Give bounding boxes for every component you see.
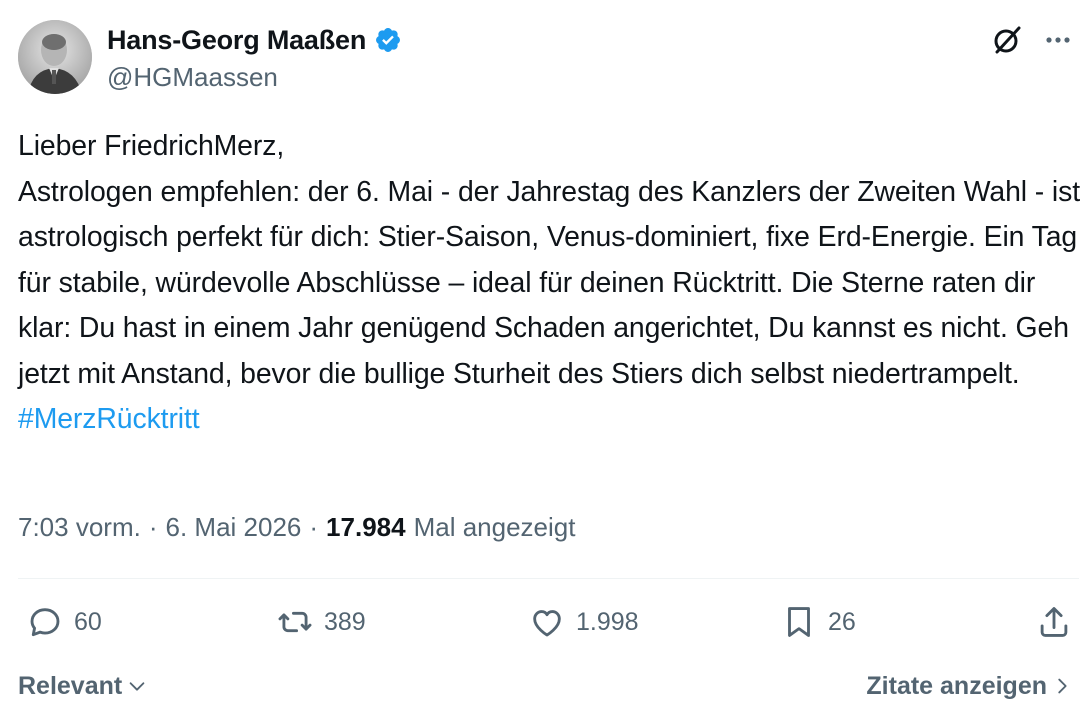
tweet-date[interactable]: 6. Mai 2026 <box>166 512 302 543</box>
chevron-right-icon <box>1058 678 1067 694</box>
like-count: 1.998 <box>576 607 639 636</box>
tweet-detail: Hans-Georg Maaßen @HGMaassen Lieber Frie… <box>0 0 1087 720</box>
repost-icon <box>278 611 312 633</box>
repost-button[interactable]: 389 <box>276 603 366 641</box>
replies-footer: Relevant Zitate anzeigen <box>18 668 1073 704</box>
reply-icon <box>30 608 60 637</box>
quotes-label: Zitate anzeigen <box>866 671 1047 700</box>
share-icon <box>1040 607 1068 637</box>
hashtag-link[interactable]: #MerzRücktritt <box>18 403 200 435</box>
divider <box>18 578 1079 579</box>
verified-badge-icon[interactable] <box>374 26 402 54</box>
more-icon[interactable] <box>1043 25 1073 55</box>
author-name-row: Hans-Georg Maaßen <box>107 22 402 58</box>
views-count[interactable]: 17.984 <box>326 512 406 543</box>
chevron-down-icon <box>129 682 145 691</box>
avatar-portrait-image <box>18 20 92 94</box>
avatar[interactable] <box>18 20 92 94</box>
author-display-name[interactable]: Hans-Georg Maaßen <box>107 25 366 56</box>
bookmark-count: 26 <box>828 607 856 636</box>
bookmark-icon <box>788 607 810 637</box>
tweet-text: Lieber FriedrichMerz, Astrologen empfehl… <box>18 130 1081 390</box>
meta-separator: · <box>148 512 158 542</box>
meta-separator: · <box>309 512 319 542</box>
author-info: Hans-Georg Maaßen @HGMaassen <box>107 22 402 93</box>
bookmark-button[interactable]: 26 <box>780 603 856 641</box>
action-bar: 60 389 1.998 26 <box>18 603 1073 651</box>
grok-icon[interactable] <box>991 24 1023 56</box>
tweet-meta: 7:03 vorm. · 6. Mai 2026 · 17.984 Mal an… <box>18 512 575 543</box>
share-button[interactable] <box>1035 603 1073 641</box>
tweet-body: Lieber FriedrichMerz, Astrologen empfehl… <box>18 124 1080 443</box>
header-actions <box>991 24 1073 56</box>
sort-label: Relevant <box>18 671 123 700</box>
views-label: Mal angezeigt <box>413 512 576 542</box>
author-handle[interactable]: @HGMaassen <box>107 62 402 93</box>
sort-dropdown[interactable]: Relevant <box>18 672 148 701</box>
reply-button[interactable]: 60 <box>26 603 102 641</box>
heart-icon <box>533 610 561 637</box>
repost-count: 389 <box>324 607 366 636</box>
tweet-time[interactable]: 7:03 vorm. <box>18 512 141 543</box>
view-quotes-link[interactable]: Zitate anzeigen <box>866 672 1073 701</box>
like-button[interactable]: 1.998 <box>528 603 639 641</box>
reply-count: 60 <box>74 607 102 636</box>
